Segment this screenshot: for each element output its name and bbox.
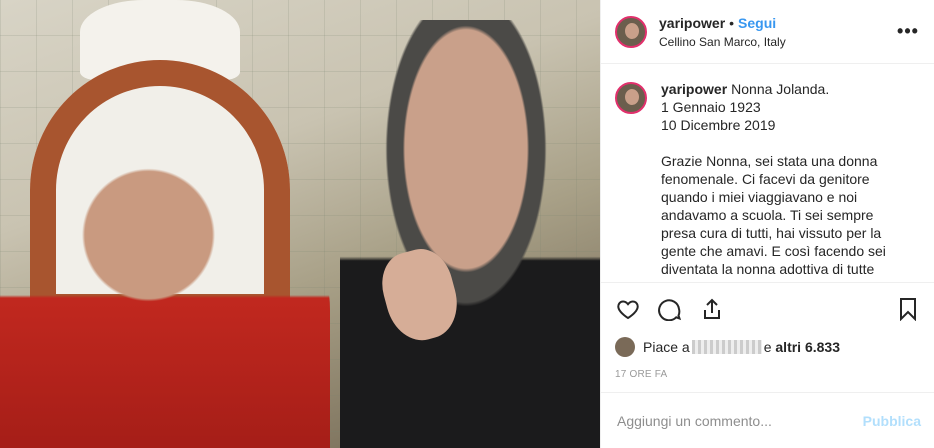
caption-text: Nonna Jolanda. 1 Gennaio 1923 10 Dicembr… bbox=[661, 81, 886, 277]
blurred-username bbox=[691, 340, 762, 354]
avatar[interactable] bbox=[615, 15, 647, 48]
action-icons bbox=[615, 283, 921, 335]
publish-button[interactable]: Pubblica bbox=[863, 413, 921, 429]
caption-area: yaripower Nonna Jolanda. 1 Gennaio 1923 1… bbox=[601, 64, 934, 282]
elderly-woman bbox=[0, 160, 330, 448]
actions-section: Piace a e altri 6.833 17 ORE FA bbox=[601, 282, 934, 380]
post-sidebar: yaripower • Segui Cellino San Marco, Italy… bbox=[600, 0, 934, 448]
instagram-post: yaripower • Segui Cellino San Marco, Italy… bbox=[0, 0, 934, 448]
follow-button[interactable]: Segui bbox=[738, 15, 776, 31]
share-icon[interactable] bbox=[699, 296, 725, 322]
caption-username[interactable]: yaripower bbox=[661, 81, 727, 97]
caption-avatar[interactable] bbox=[615, 82, 647, 114]
comment-input[interactable] bbox=[615, 411, 863, 430]
likes-joiner: e bbox=[763, 339, 772, 355]
post-timestamp[interactable]: 17 ORE FA bbox=[615, 369, 921, 380]
liker-avatar[interactable] bbox=[615, 337, 635, 357]
bookmark-icon[interactable] bbox=[895, 296, 921, 322]
likes-count-link[interactable]: altri 6.833 bbox=[775, 339, 840, 355]
comment-box: Pubblica bbox=[601, 392, 934, 448]
location-link[interactable]: Cellino San Marco, Italy bbox=[659, 34, 896, 50]
username-link[interactable]: yaripower bbox=[659, 15, 725, 31]
header-info: yaripower • Segui Cellino San Marco, Italy bbox=[659, 14, 896, 50]
name-row: yaripower • Segui bbox=[659, 14, 896, 32]
post-photo[interactable] bbox=[0, 0, 600, 448]
likes-row: Piace a e altri 6.833 bbox=[615, 335, 921, 359]
likes-prefix: Piace a bbox=[643, 339, 690, 355]
more-options-icon[interactable]: ••• bbox=[896, 21, 920, 42]
post-header: yaripower • Segui Cellino San Marco, Italy… bbox=[601, 0, 934, 64]
caption: yaripower Nonna Jolanda. 1 Gennaio 1923 1… bbox=[661, 80, 901, 282]
comment-icon[interactable] bbox=[657, 296, 683, 322]
heart-icon[interactable] bbox=[615, 296, 641, 322]
bearded-man bbox=[340, 20, 600, 448]
separator-dot: • bbox=[729, 14, 735, 31]
